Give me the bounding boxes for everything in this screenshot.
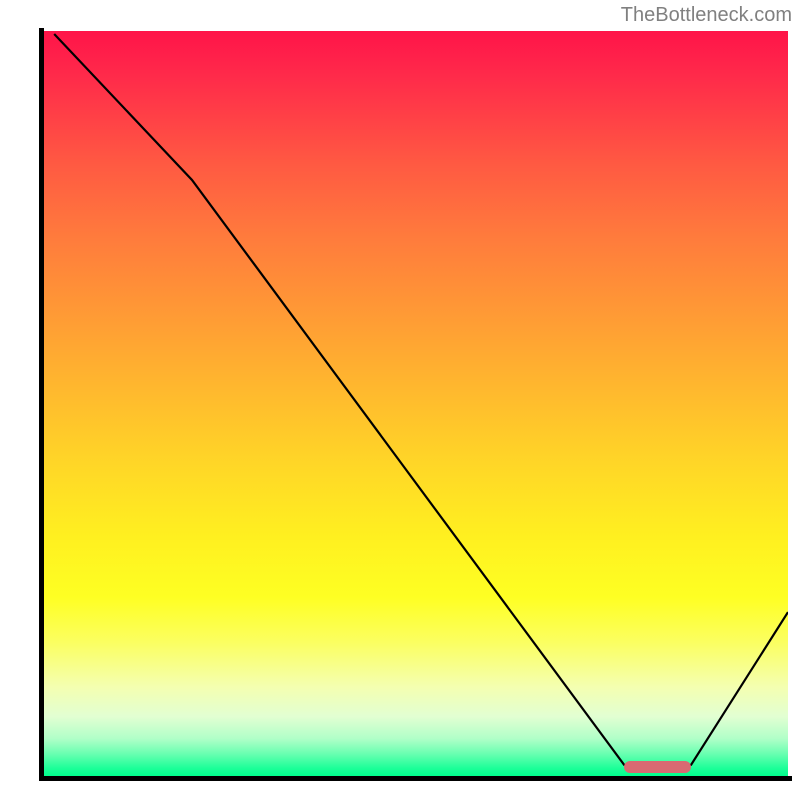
plot-area — [43, 31, 788, 776]
x-axis — [39, 776, 792, 781]
curve-svg — [43, 31, 788, 776]
watermark-text: TheBottleneck.com — [621, 4, 792, 27]
optimal-range-marker — [624, 761, 691, 773]
bottleneck-curve — [54, 34, 788, 768]
